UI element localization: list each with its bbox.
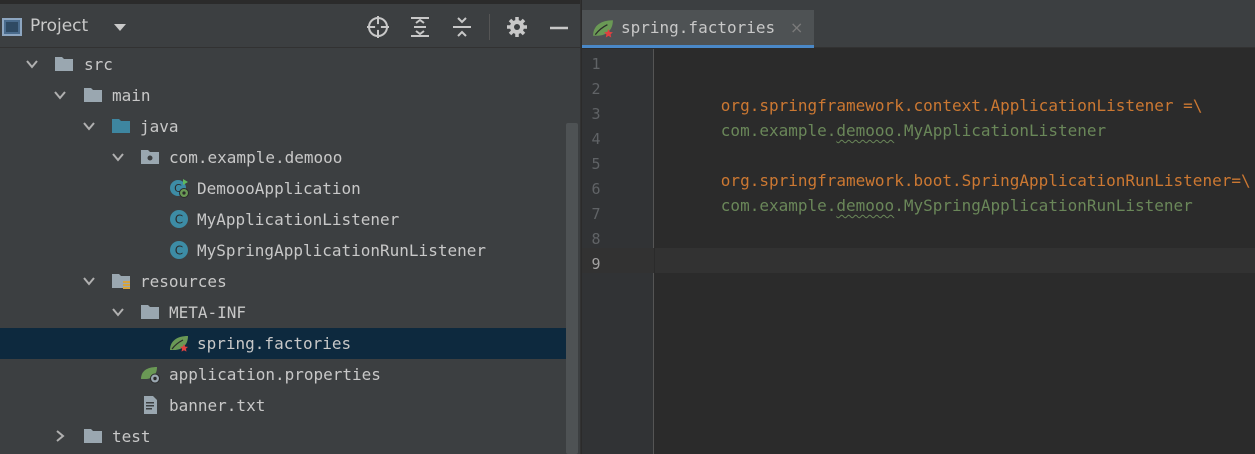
tab-spring-factories[interactable]: spring.factories × bbox=[582, 10, 814, 48]
line-number: 8 bbox=[591, 230, 601, 248]
text-file-icon bbox=[144, 396, 157, 414]
code-editor[interactable]: org.springframework.context.ApplicationL… bbox=[655, 49, 1255, 454]
tree-scrollbar-thumb[interactable] bbox=[566, 123, 578, 454]
property-separator: =\ bbox=[1173, 96, 1203, 115]
property-value: com.example. bbox=[720, 196, 837, 215]
code-line-3: com.example.demooo.MyApplicationListener bbox=[663, 102, 1106, 159]
line-number: 6 bbox=[591, 180, 601, 198]
tree-item-src[interactable]: src bbox=[0, 49, 566, 80]
gear-icon[interactable] bbox=[505, 15, 529, 39]
project-window-icon[interactable] bbox=[2, 18, 22, 36]
tree-item-resources[interactable]: resources bbox=[0, 266, 566, 297]
chevron-down-icon[interactable] bbox=[26, 58, 38, 70]
chevron-down-icon[interactable] bbox=[114, 24, 126, 31]
line-number: 2 bbox=[591, 80, 601, 98]
folder-icon bbox=[84, 429, 102, 443]
tree-item-meta-inf[interactable]: META-INF bbox=[0, 297, 566, 328]
tree-item-label: DemoooApplication bbox=[197, 179, 361, 198]
toolbar-separator bbox=[489, 14, 490, 40]
chevron-right-icon[interactable] bbox=[54, 430, 66, 442]
tree-item-demooo-application[interactable]: C DemoooApplication bbox=[0, 173, 566, 204]
tree-item-spring-factories[interactable]: spring.factories bbox=[0, 328, 566, 359]
tree-item-test[interactable]: test bbox=[0, 421, 566, 452]
tree-item-label: META-INF bbox=[169, 303, 247, 322]
locate-icon[interactable] bbox=[366, 15, 390, 39]
line-number-gutter[interactable]: 1 2 3 4 5 6 7 8 9 bbox=[582, 49, 654, 454]
typo-word: demooo bbox=[836, 196, 895, 215]
minimize-icon[interactable] bbox=[547, 15, 571, 39]
expand-all-icon[interactable] bbox=[408, 15, 432, 39]
tree-item-package[interactable]: com.example.demooo bbox=[0, 142, 566, 173]
project-toolbar: Project bbox=[0, 0, 580, 48]
line-number: 4 bbox=[591, 130, 601, 148]
chevron-down-icon[interactable] bbox=[112, 151, 124, 163]
svg-text:C: C bbox=[175, 213, 183, 227]
property-value: .MySpringApplicationRunListener bbox=[894, 196, 1193, 215]
tree-item-my-application-listener[interactable]: C MyApplicationListener bbox=[0, 204, 566, 235]
tree-item-label: spring.factories bbox=[197, 334, 352, 353]
line-number: 7 bbox=[591, 205, 601, 223]
tree-item-label: MySpringApplicationRunListener bbox=[197, 241, 486, 260]
folder-icon bbox=[84, 88, 102, 102]
line-number: 1 bbox=[591, 55, 601, 73]
resources-folder-icon bbox=[112, 274, 130, 289]
folder-icon bbox=[55, 57, 73, 71]
current-line-highlight bbox=[655, 248, 1255, 273]
typo-word: demooo bbox=[836, 121, 895, 140]
source-folder-icon bbox=[112, 119, 130, 133]
tree-item-label: main bbox=[112, 86, 151, 105]
folder-icon bbox=[141, 305, 159, 319]
spring-properties-icon bbox=[141, 367, 160, 384]
tree-item-label: application.properties bbox=[169, 365, 381, 384]
property-value: com.example. bbox=[720, 121, 837, 140]
tree-item-my-spring-application-run-listener[interactable]: C MySpringApplicationRunListener bbox=[0, 235, 566, 266]
chevron-down-icon[interactable] bbox=[112, 306, 124, 318]
property-value: .MyApplicationListener bbox=[894, 121, 1107, 140]
tree-item-label: src bbox=[84, 55, 113, 74]
tree-item-label: banner.txt bbox=[169, 396, 266, 415]
project-tree: src main java com.example.demooo C Demoo… bbox=[0, 49, 580, 454]
tree-item-label: test bbox=[112, 427, 151, 446]
code-line-6: com.example.demooo.MySpringApplicationRu… bbox=[663, 177, 1193, 234]
close-icon[interactable]: × bbox=[790, 18, 803, 37]
class-icon: C bbox=[170, 210, 188, 228]
editor-area: spring.factories × 1 2 3 4 5 6 7 8 9 org… bbox=[582, 0, 1255, 454]
class-icon: C bbox=[170, 241, 188, 259]
chevron-down-icon[interactable] bbox=[54, 89, 66, 101]
line-number: 3 bbox=[591, 105, 601, 123]
editor-tabbar: spring.factories × bbox=[582, 0, 1255, 48]
tree-item-banner-txt[interactable]: banner.txt bbox=[0, 390, 566, 421]
tree-item-java[interactable]: java bbox=[0, 111, 566, 142]
line-number-current: 9 bbox=[591, 255, 601, 273]
tab-label: spring.factories bbox=[621, 18, 776, 37]
project-title[interactable]: Project bbox=[30, 16, 88, 36]
spring-boot-class-icon: C bbox=[170, 179, 189, 198]
collapse-all-icon[interactable] bbox=[450, 15, 474, 39]
project-panel: Project src main java com.example.demooo… bbox=[0, 0, 580, 454]
tree-item-label: java bbox=[140, 117, 179, 136]
tree-item-label: resources bbox=[140, 272, 227, 291]
chevron-down-icon[interactable] bbox=[83, 120, 95, 132]
svg-text:C: C bbox=[175, 244, 183, 258]
tree-item-label: com.example.demooo bbox=[169, 148, 343, 167]
top-edge bbox=[0, 0, 580, 4]
line-number: 5 bbox=[591, 155, 601, 173]
chevron-down-icon[interactable] bbox=[83, 275, 95, 287]
tree-item-label: MyApplicationListener bbox=[197, 210, 400, 229]
spring-leaf-icon bbox=[593, 20, 613, 38]
spring-leaf-icon bbox=[170, 336, 188, 352]
property-separator: =\ bbox=[1231, 171, 1251, 190]
tree-item-main[interactable]: main bbox=[0, 80, 566, 111]
package-icon bbox=[141, 150, 159, 164]
tree-item-application-properties[interactable]: application.properties bbox=[0, 359, 566, 390]
